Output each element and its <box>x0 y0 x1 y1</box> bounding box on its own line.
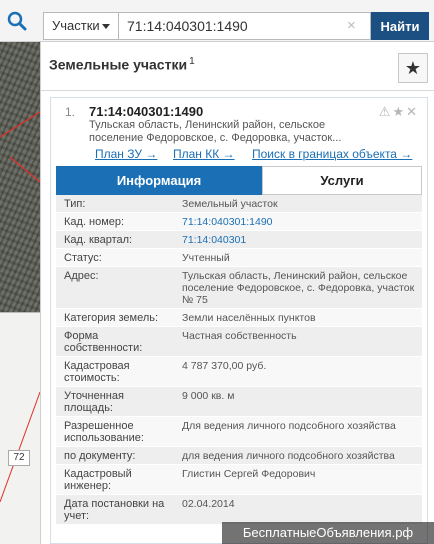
property-label: Тип: <box>64 198 86 210</box>
clear-icon[interactable]: × <box>347 17 356 35</box>
result-tabs: Информация Услуги <box>56 166 422 195</box>
property-label: Уточненная площадь: <box>64 390 124 414</box>
property-label: по документу: <box>64 450 136 462</box>
star-icon: ★ <box>404 58 422 78</box>
divider <box>41 90 434 91</box>
property-row: по документу: для ведения личного подсоб… <box>56 447 422 465</box>
chevron-down-icon <box>102 24 110 29</box>
parcel-number-label: 72 <box>8 450 30 466</box>
search-input[interactable] <box>119 12 371 40</box>
property-value: Земельный участок <box>182 198 278 210</box>
property-value: для ведения личного подсобного хозяйства <box>182 450 395 462</box>
property-row: Категория земель: Земли населённых пункт… <box>56 309 422 327</box>
result-address: Тульская область, Ленинский район, сельс… <box>89 119 342 144</box>
property-label: Категория земель: <box>64 312 159 324</box>
property-row: Адрес: Тульская область, Ленинский район… <box>56 267 422 309</box>
property-row: Дата постановки на учет: 02.04.2014 <box>56 495 422 525</box>
result-card: 1. 71:14:040301:1490 ⚠★✕ Тульская област… <box>50 97 428 544</box>
tab-information[interactable]: Информация <box>56 166 262 195</box>
results-panel: Земельные участки 1 ★ 1. 71:14:040301:149… <box>40 42 434 544</box>
property-label: Кад. номер: <box>64 216 125 228</box>
property-label: Статус: <box>64 252 102 264</box>
object-type-select[interactable]: Участки <box>43 12 119 40</box>
properties-table: Тип: Земельный участок Кад. номер: 71:14… <box>56 195 422 525</box>
property-row: Форма собственности: Частная собственнос… <box>56 327 422 357</box>
search-in-bounds-link[interactable]: Поиск в границах объекта → <box>252 147 412 161</box>
property-row: Тип: Земельный участок <box>56 195 422 213</box>
panel-title-text: Земельные участки <box>49 56 188 73</box>
property-value: 4 787 370,00 руб. <box>182 360 267 372</box>
search-icon[interactable] <box>6 10 28 32</box>
property-row: Статус: Учтенный <box>56 249 422 267</box>
property-value: Для ведения личного подсобного хозяйства <box>182 420 396 432</box>
result-title[interactable]: 71:14:040301:1490 <box>89 104 203 119</box>
map-view[interactable]: 72 <box>0 42 40 544</box>
find-button[interactable]: Найти <box>371 12 429 40</box>
search-toolbar: Участки × Найти <box>0 0 434 42</box>
property-label: Дата постановки на учет: <box>64 498 165 522</box>
parcel-boundaries <box>0 111 40 503</box>
property-value: Учтенный <box>182 252 230 264</box>
result-number: 1. <box>65 105 76 119</box>
property-label: Кад. квартал: <box>64 234 133 246</box>
property-value: Тульская область, Ленинский район, сельс… <box>182 270 415 306</box>
property-label: Форма собственности: <box>64 330 143 354</box>
favorites-button[interactable]: ★ <box>398 53 428 83</box>
result-action-icons[interactable]: ⚠★✕ <box>379 104 419 120</box>
property-row: Кадастровая стоимость: 4 787 370,00 руб. <box>56 357 422 387</box>
property-value: 02.04.2014 <box>182 498 235 510</box>
result-count: 1 <box>189 56 195 67</box>
cadastral-number-link[interactable]: 71:14:040301:1490 <box>174 213 422 230</box>
plan-zu-link[interactable]: План ЗУ → <box>95 147 157 161</box>
property-row: Кад. номер: 71:14:040301:1490 <box>56 213 422 231</box>
plan-kk-link[interactable]: План КК → <box>173 147 235 161</box>
property-row: Уточненная площадь: 9 000 кв. м <box>56 387 422 417</box>
cadastral-quarter-link[interactable]: 71:14:040301 <box>174 231 422 248</box>
property-value: Глистин Сергей Федорович <box>182 468 316 480</box>
property-value: Земли населённых пунктов <box>182 312 316 324</box>
property-row: Разрешенное использование: Для ведения л… <box>56 417 422 447</box>
property-value: 9 000 кв. м <box>182 390 235 402</box>
property-row: Кад. квартал: 71:14:040301 <box>56 231 422 249</box>
property-row: Кадастровый инженер: Глистин Сергей Федо… <box>56 465 422 495</box>
object-type-select-value: Участки <box>52 18 100 33</box>
property-label: Разрешенное использование: <box>64 420 144 444</box>
watermark: БесплатныеОбъявления.рф <box>222 522 434 544</box>
property-label: Кадастровый инженер: <box>64 468 132 492</box>
property-label: Адрес: <box>64 270 99 282</box>
property-label: Кадастровая стоимость: <box>64 360 130 384</box>
panel-title: Земельные участки 1 <box>49 56 195 73</box>
property-value: Частная собственность <box>182 330 297 342</box>
tab-services[interactable]: Услуги <box>262 166 422 195</box>
